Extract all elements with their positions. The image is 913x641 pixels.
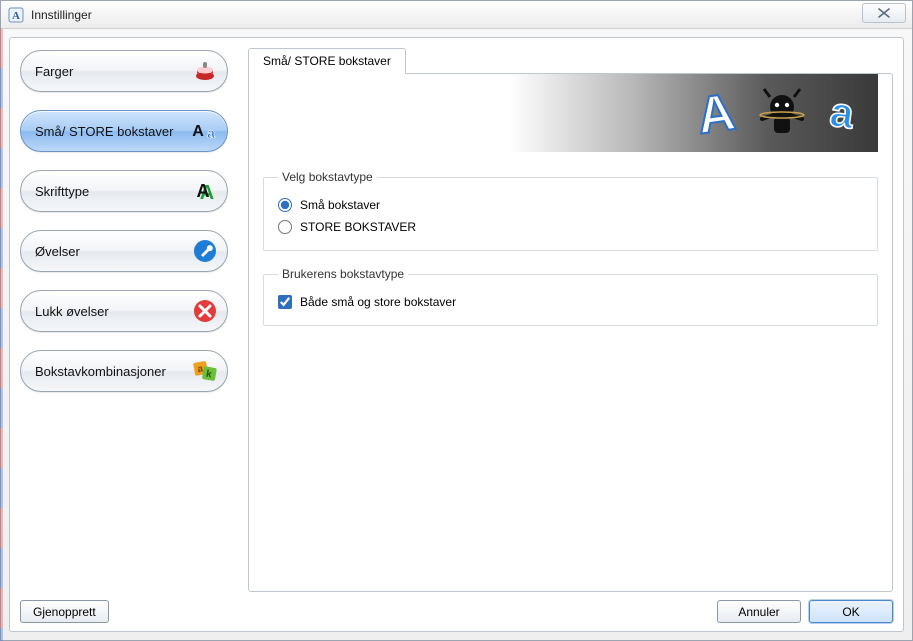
svg-text:a: a xyxy=(827,88,857,138)
svg-text:A: A xyxy=(694,83,739,143)
button-label: OK xyxy=(842,605,859,619)
group-user-letter-type: Brukerens bokstavtype Både små og store … xyxy=(263,267,878,326)
panel: Små/ STORE bokstaver A xyxy=(248,48,893,592)
sidebar-item-exercises[interactable]: Øvelser xyxy=(20,230,228,272)
svg-text:a: a xyxy=(207,125,215,141)
checkbox-label: Både små og store bokstaver xyxy=(300,295,456,309)
button-label: Gjenopprett xyxy=(33,605,96,619)
hero-banner: A a xyxy=(263,74,878,152)
window-title: Innstillinger xyxy=(31,8,92,22)
settings-window: A Innstillinger Farger Små/ STORE boksta… xyxy=(0,0,913,641)
restore-button[interactable]: Gjenopprett xyxy=(20,600,109,623)
tab-case[interactable]: Små/ STORE bokstaver xyxy=(248,48,406,74)
sidebar-item-label: Små/ STORE bokstaver xyxy=(35,124,173,139)
app-icon: A xyxy=(7,6,25,24)
group-legend: Velg bokstavtype xyxy=(278,170,377,184)
decorative-edge xyxy=(0,28,3,641)
radio-lowercase[interactable]: Små bokstaver xyxy=(278,194,863,216)
letter-blocks-icon: ak xyxy=(191,357,219,385)
svg-text:A: A xyxy=(192,123,204,140)
sidebar-item-font[interactable]: Skrifttype AA xyxy=(20,170,228,212)
tab-body: A a xyxy=(248,73,893,592)
sidebar-item-case[interactable]: Små/ STORE bokstaver Aa xyxy=(20,110,228,152)
tab-strip: Små/ STORE bokstaver xyxy=(248,48,893,74)
paint-bucket-icon xyxy=(191,57,219,85)
sidebar-item-label: Farger xyxy=(35,64,73,79)
font-a-icon: AA xyxy=(191,177,219,205)
close-icon xyxy=(877,8,891,18)
cancel-button[interactable]: Annuler xyxy=(717,600,801,623)
checkbox-both-cases-input[interactable] xyxy=(278,295,292,309)
radio-label: Små bokstaver xyxy=(300,198,380,212)
sidebar-item-label: Bokstavkombinasjoner xyxy=(35,364,166,379)
svg-text:A: A xyxy=(197,181,210,201)
hero-mascot-icon xyxy=(754,85,810,141)
checkbox-both-cases[interactable]: Både små og store bokstaver xyxy=(278,291,863,313)
sidebar-item-label: Lukk øvelser xyxy=(35,304,109,319)
letters-aa-icon: Aa xyxy=(191,117,219,145)
radio-uppercase-input[interactable] xyxy=(278,220,292,234)
sidebar-item-close-exercises[interactable]: Lukk øvelser xyxy=(20,290,228,332)
radio-label: STORE BOKSTAVER xyxy=(300,220,416,234)
close-circle-icon xyxy=(191,297,219,325)
button-label: Annuler xyxy=(738,605,779,619)
titlebar: A Innstillinger xyxy=(1,1,912,29)
radio-uppercase[interactable]: STORE BOKSTAVER xyxy=(278,216,863,238)
sidebar-item-label: Skrifttype xyxy=(35,184,89,199)
radio-lowercase-input[interactable] xyxy=(278,198,292,212)
content-frame: Farger Små/ STORE bokstaver Aa Skrifttyp… xyxy=(9,37,904,632)
group-letter-type: Velg bokstavtype Små bokstaver STORE BOK… xyxy=(263,170,878,251)
hero-letter-a-big-icon: A xyxy=(688,83,748,143)
window-close-button[interactable] xyxy=(862,3,906,23)
svg-text:A: A xyxy=(12,10,20,22)
hero-letter-a-small-icon: a xyxy=(816,87,868,139)
main-row: Farger Små/ STORE bokstaver Aa Skrifttyp… xyxy=(20,48,893,592)
sidebar-item-letter-combos[interactable]: Bokstavkombinasjoner ak xyxy=(20,350,228,392)
wrench-icon xyxy=(191,237,219,265)
button-row: Gjenopprett Annuler OK xyxy=(20,592,893,623)
tab-label: Små/ STORE bokstaver xyxy=(263,54,391,68)
sidebar: Farger Små/ STORE bokstaver Aa Skrifttyp… xyxy=(20,48,228,592)
sidebar-item-colors[interactable]: Farger xyxy=(20,50,228,92)
group-legend: Brukerens bokstavtype xyxy=(278,267,408,281)
ok-button[interactable]: OK xyxy=(809,600,893,623)
sidebar-item-label: Øvelser xyxy=(35,244,80,259)
